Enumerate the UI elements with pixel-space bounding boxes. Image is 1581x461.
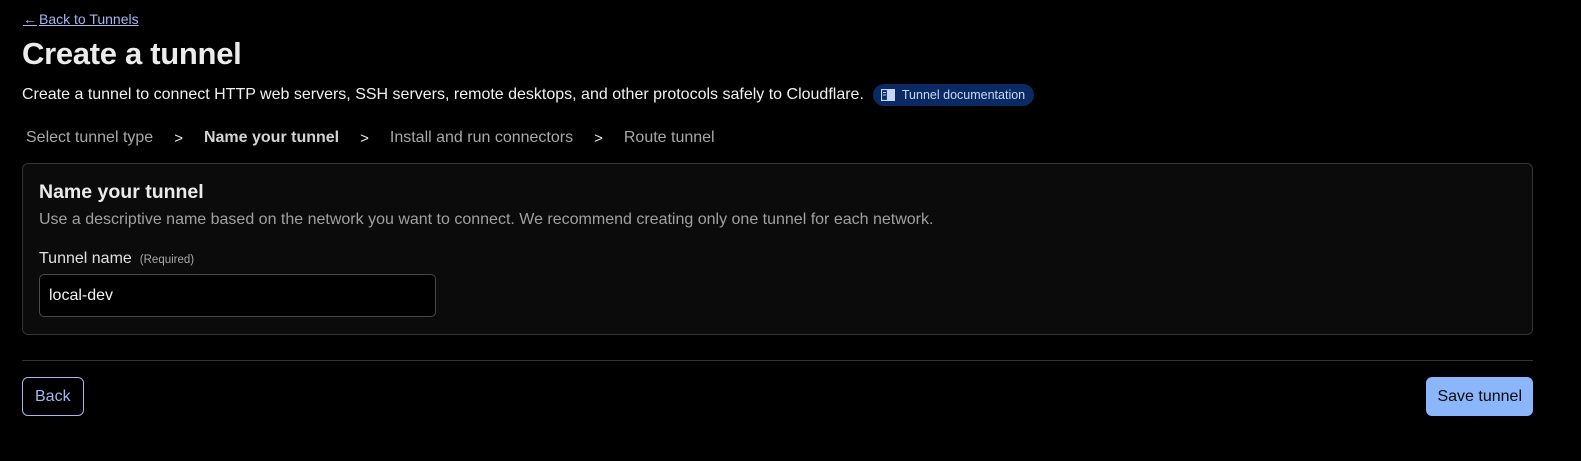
tunnel-name-input[interactable] [39, 274, 436, 317]
page-title: Create a tunnel [22, 36, 242, 71]
page-subtitle: Create a tunnel to connect HTTP web serv… [22, 86, 864, 103]
footer-divider [22, 360, 1533, 361]
required-indicator: (Required) [139, 254, 195, 266]
card-title: Name your tunnel [39, 181, 204, 203]
name-tunnel-card: Name your tunnel Use a descriptive name … [22, 163, 1533, 335]
subtitle-row: Create a tunnel to connect HTTP web serv… [22, 84, 1035, 106]
tunnel-name-label: Tunnel name [39, 250, 132, 267]
back-to-tunnels-link[interactable]: ← Back to Tunnels [23, 11, 139, 27]
step-separator: > [360, 129, 369, 147]
tunnel-documentation-link[interactable]: Tunnel documentation [872, 84, 1035, 106]
tunnel-name-label-row: Tunnel name (Required) [39, 250, 1516, 268]
step-select-tunnel-type: Select tunnel type [26, 129, 154, 146]
create-tunnel-page: ← Back to Tunnels Create a tunnel Create… [0, 0, 1581, 461]
book-icon [880, 89, 895, 101]
step-install-and-run-connectors: Install and run connectors [389, 129, 574, 146]
left-arrow-icon: ← [23, 11, 37, 27]
step-name-your-tunnel: Name your tunnel [203, 129, 340, 146]
step-separator: > [174, 129, 183, 147]
step-route-tunnel: Route tunnel [623, 129, 715, 146]
card-description: Use a descriptive name based on the netw… [39, 211, 934, 228]
step-separator: > [594, 129, 603, 147]
back-to-tunnels-label: Back to Tunnels [39, 11, 139, 27]
tunnel-documentation-label: Tunnel documentation [901, 88, 1026, 102]
stepper: Select tunnel type > Name your tunnel > … [26, 129, 715, 147]
save-tunnel-button[interactable]: Save tunnel [1426, 377, 1533, 416]
back-button[interactable]: Back [22, 377, 84, 416]
